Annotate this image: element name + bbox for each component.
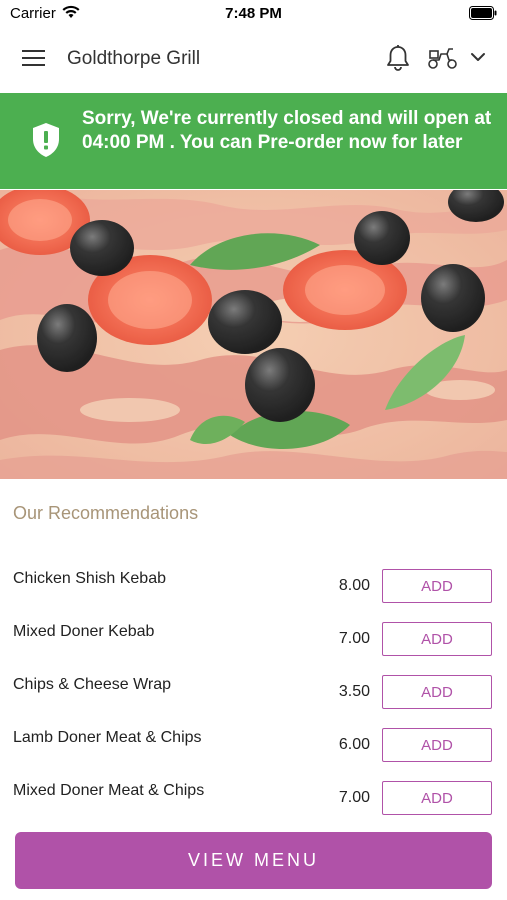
item-name: Lamb Doner Meat & Chips xyxy=(13,729,202,746)
chevron-down-icon[interactable] xyxy=(470,50,486,68)
recommendation-item: Chicken Shish Kebab 8.00 ADD xyxy=(0,569,507,607)
item-price: 7.00 xyxy=(338,630,370,647)
item-price: 7.00 xyxy=(338,789,370,806)
add-button[interactable]: ADD xyxy=(382,569,492,603)
recommendation-item: Chips & Cheese Wrap 3.50 ADD xyxy=(0,675,507,713)
closed-message: Sorry, We're currently closed and will o… xyxy=(82,108,492,153)
item-price: 6.00 xyxy=(338,736,370,753)
app-screen: Carrier 7:48 PM Goldthorpe Grill Sorry, … xyxy=(0,0,507,900)
app-header: Goldthorpe Grill xyxy=(0,28,507,92)
battery-icon xyxy=(469,6,497,24)
item-name: Mixed Doner Meat & Chips xyxy=(13,782,205,799)
delivery-scooter-icon[interactable] xyxy=(427,46,459,75)
item-name: Chips & Cheese Wrap xyxy=(13,676,171,693)
add-button[interactable]: ADD xyxy=(382,622,492,656)
closed-notice-banner: Sorry, We're currently closed and will o… xyxy=(0,93,507,189)
bell-icon[interactable] xyxy=(385,44,411,77)
add-button[interactable]: ADD xyxy=(382,675,492,709)
item-name: Mixed Doner Kebab xyxy=(13,623,155,640)
shield-alert-icon xyxy=(31,122,61,163)
add-button[interactable]: ADD xyxy=(382,728,492,762)
recommendation-item: Lamb Doner Meat & Chips 6.00 ADD xyxy=(0,728,507,766)
recommendation-item: Mixed Doner Kebab 7.00 ADD xyxy=(0,622,507,660)
add-button[interactable]: ADD xyxy=(382,781,492,815)
restaurant-title: Goldthorpe Grill xyxy=(67,48,201,69)
item-price: 8.00 xyxy=(338,577,370,594)
recommendations-title: Our Recommendations xyxy=(13,503,199,523)
clock: 7:48 PM xyxy=(225,5,282,22)
recommendation-item: Mixed Doner Meat & Chips 7.00 ADD xyxy=(0,781,507,819)
status-bar: Carrier 7:48 PM xyxy=(0,0,507,28)
view-menu-button[interactable]: VIEW MENU xyxy=(15,832,492,889)
item-name: Chicken Shish Kebab xyxy=(13,570,166,587)
hamburger-menu-icon[interactable] xyxy=(22,49,46,72)
pizza-hero-image xyxy=(0,190,507,479)
item-price: 3.50 xyxy=(338,683,370,700)
